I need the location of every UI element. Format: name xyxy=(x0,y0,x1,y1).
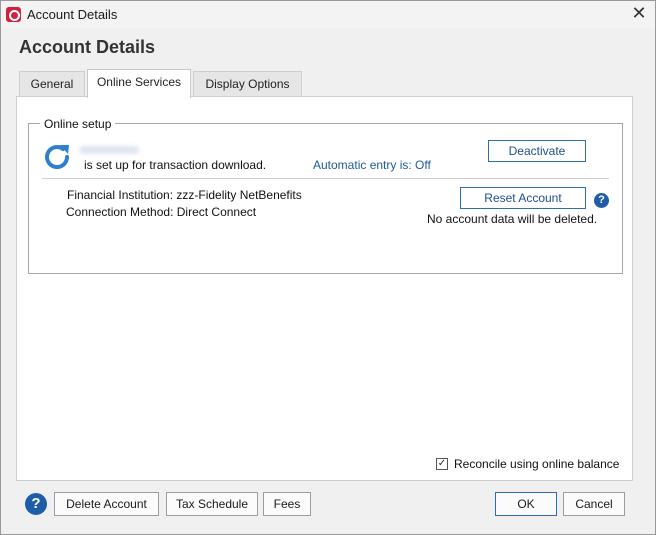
delete-account-button[interactable]: Delete Account xyxy=(54,492,159,516)
online-services-panel: Online setup is set up for transaction d… xyxy=(16,96,633,481)
fees-button[interactable]: Fees xyxy=(263,492,311,516)
help-icon[interactable]: ? xyxy=(594,193,609,208)
account-details-window: Account Details ✕ Account Details Genera… xyxy=(0,0,656,535)
window-title: Account Details xyxy=(27,7,118,22)
reconcile-label: Reconcile using online balance xyxy=(454,457,620,471)
quicken-logo-icon xyxy=(6,7,21,22)
online-setup-group: Online setup is set up for transaction d… xyxy=(28,117,623,274)
close-button[interactable]: ✕ xyxy=(627,3,651,25)
title-bar: Account Details ✕ xyxy=(1,1,655,28)
online-setup-legend: Online setup xyxy=(40,117,116,131)
account-name-obscured xyxy=(79,146,139,154)
ok-button[interactable]: OK xyxy=(495,492,557,516)
tab-online-services[interactable]: Online Services xyxy=(87,69,191,98)
help-button[interactable]: ? xyxy=(25,493,47,515)
reconcile-checkbox[interactable]: ✓ xyxy=(436,458,448,470)
cancel-button[interactable]: Cancel xyxy=(563,492,625,516)
reset-account-button[interactable]: Reset Account xyxy=(460,187,586,209)
divider xyxy=(42,178,609,179)
refresh-icon xyxy=(45,145,69,169)
tab-display-options[interactable]: Display Options xyxy=(193,71,302,97)
deactivate-button[interactable]: Deactivate xyxy=(488,140,586,162)
tab-general[interactable]: General xyxy=(19,71,85,97)
financial-institution-text: Financial Institution: zzz-Fidelity NetB… xyxy=(67,188,302,202)
reset-note: No account data will be deleted. xyxy=(427,212,598,226)
setup-status-text: is set up for transaction download. xyxy=(84,158,267,172)
automatic-entry-status: Automatic entry is: Off xyxy=(313,158,431,172)
tax-schedule-button[interactable]: Tax Schedule xyxy=(166,492,258,516)
page-title: Account Details xyxy=(19,37,156,57)
connection-method-text: Connection Method: Direct Connect xyxy=(66,205,257,219)
